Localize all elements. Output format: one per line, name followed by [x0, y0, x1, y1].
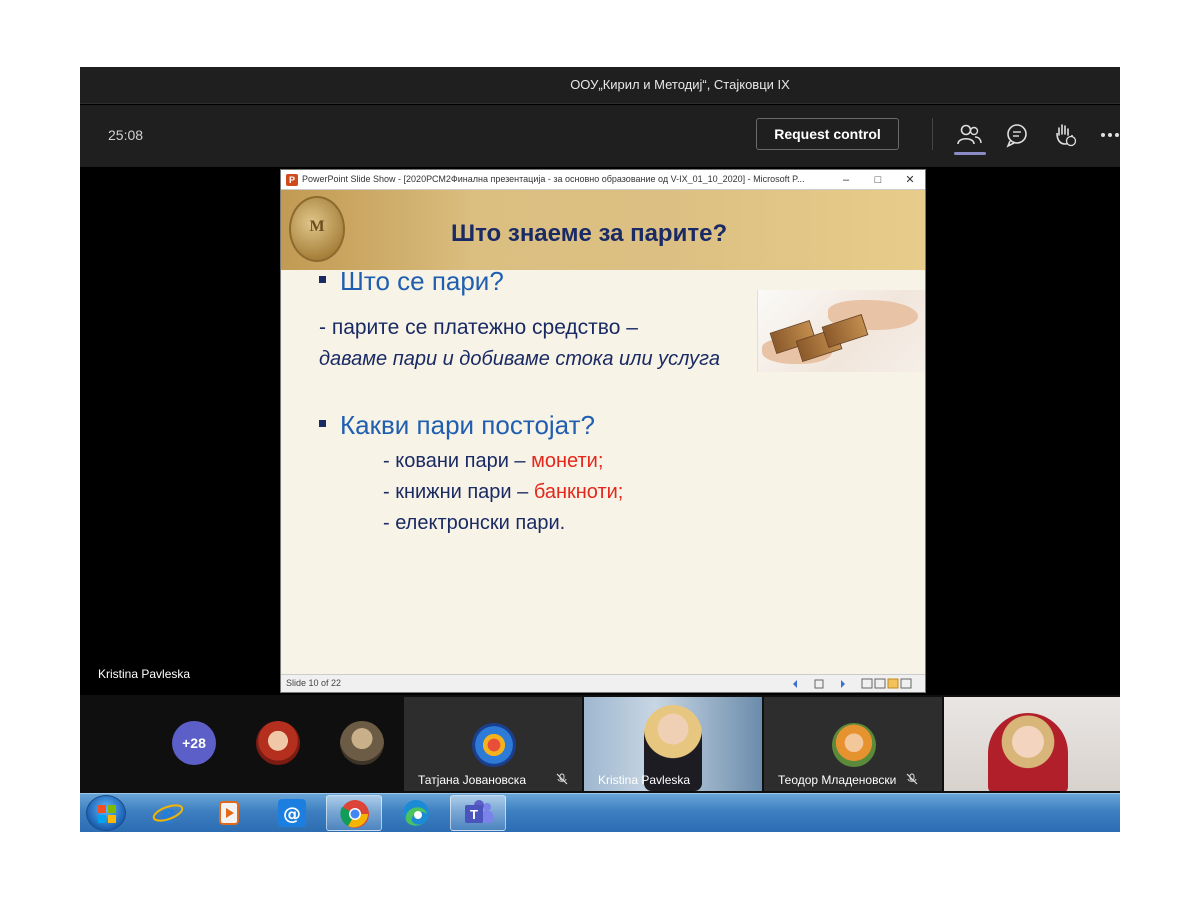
close-button[interactable]: ✕ [899, 172, 921, 188]
money-type-1: - ковани пари – монети; [383, 450, 604, 472]
request-control-button[interactable]: Request control [756, 118, 899, 150]
participant-video-person [988, 713, 1068, 791]
slide-title: Што знаеме за парите? [451, 220, 728, 247]
participant-avatar[interactable] [256, 721, 300, 765]
participant-avatar[interactable] [340, 721, 384, 765]
definition-italic-line: даваме пари и добиваме стока или услуга [319, 348, 720, 370]
meeting-control-bar: 25:08 Request control [80, 105, 1120, 167]
coin-lettering: M [309, 218, 325, 235]
media-player-icon [219, 801, 239, 825]
active-tab-indicator [954, 152, 986, 155]
mic-off-icon [556, 773, 568, 785]
teams-window: ООУ„Кирил и Методиј“, Стајковци IX 25:08… [80, 67, 1120, 832]
ppt-window-title: PowerPoint Slide Show - [2020РСМ2Финална… [302, 174, 805, 184]
participant-tile-video[interactable] [944, 697, 1120, 791]
bullet-1-text: Што се пари? [340, 266, 504, 296]
powerpoint-icon: P [286, 174, 298, 186]
slide-canvas: M Што знаеме за парите? Што се пари? - п… [281, 190, 925, 675]
taskbar-teams[interactable]: T [450, 795, 506, 831]
definition-line: - парите се платежно средство – [319, 316, 638, 339]
meeting-timer: 25:08 [108, 127, 144, 143]
bullet-marker [319, 419, 326, 427]
taskbar-chrome[interactable] [326, 795, 382, 831]
start-button[interactable] [86, 795, 126, 831]
money-hands-image [757, 290, 925, 372]
taskbar-media-player[interactable] [202, 795, 258, 831]
money-type-2: - книжни пари – банкноти; [383, 481, 624, 503]
participant-tile[interactable]: Теодор Младеновски [764, 697, 942, 791]
toolbar-divider [932, 118, 933, 150]
presenter-name-label: Kristina Pavleska [98, 667, 191, 681]
mail-icon: @ [278, 799, 306, 827]
ppt-status-bar: Slide 10 of 22 [281, 674, 925, 692]
slide-nav-icons[interactable] [791, 678, 851, 690]
meeting-title: ООУ„Кирил и Методиј“, Стајковци IX [570, 77, 790, 92]
bullet-2-text: Какви пари постојат? [340, 410, 595, 440]
chrome-icon [340, 800, 369, 828]
money-type-3: - електронски пари. [383, 512, 566, 534]
taskbar-internet-explorer[interactable]: e [140, 795, 196, 831]
svg-text:e: e [161, 798, 174, 828]
windows-taskbar: e @ T [80, 793, 1120, 832]
mic-off-icon [906, 773, 918, 785]
restore-button[interactable]: □ [867, 172, 889, 188]
taskbar-edge[interactable] [388, 795, 444, 831]
edge-icon [403, 800, 429, 826]
more-options-icon[interactable] [1098, 122, 1120, 148]
svg-text:T: T [470, 807, 478, 822]
slide-bullet-2: Какви пари постојат? [319, 410, 595, 441]
participant-avatar [832, 723, 876, 767]
view-mode-icons[interactable] [861, 678, 917, 690]
participant-strip: +28 Татјана Јовановска Kristina Pavleska… [80, 695, 1120, 793]
taskbar-mail[interactable]: @ [264, 795, 320, 831]
teams-icon: T [465, 800, 493, 823]
slide-bullet-1: Што се пари? [319, 266, 504, 297]
people-icon[interactable] [956, 122, 982, 148]
raise-hand-icon[interactable] [1052, 122, 1078, 148]
bullet-marker [319, 275, 326, 283]
participant-name: Теодор Младеновски [778, 773, 897, 787]
minimize-button[interactable]: – [835, 172, 857, 188]
more-participants-badge[interactable]: +28 [172, 721, 216, 765]
participant-tile[interactable]: Татјана Јовановска [404, 697, 582, 791]
chat-icon[interactable] [1004, 122, 1030, 148]
slide-counter: Slide 10 of 22 [286, 678, 342, 688]
participant-name: Kristina Pavleska [598, 773, 691, 787]
svg-text:@: @ [283, 804, 301, 825]
windows-logo-icon [98, 805, 116, 823]
participant-tile-video[interactable]: Kristina Pavleska [584, 697, 762, 791]
internet-explorer-icon: e [152, 798, 184, 828]
balloon-avatar [472, 723, 516, 767]
participant-name: Татјана Јовановска [418, 773, 526, 787]
ppt-title-bar: P PowerPoint Slide Show - [2020РСМ2Финал… [281, 170, 925, 190]
meeting-title-bar: ООУ„Кирил и Методиј“, Стајковци IX [80, 67, 1120, 104]
powerpoint-window: P PowerPoint Slide Show - [2020РСМ2Финал… [280, 169, 926, 693]
coin-image: M [289, 196, 345, 262]
